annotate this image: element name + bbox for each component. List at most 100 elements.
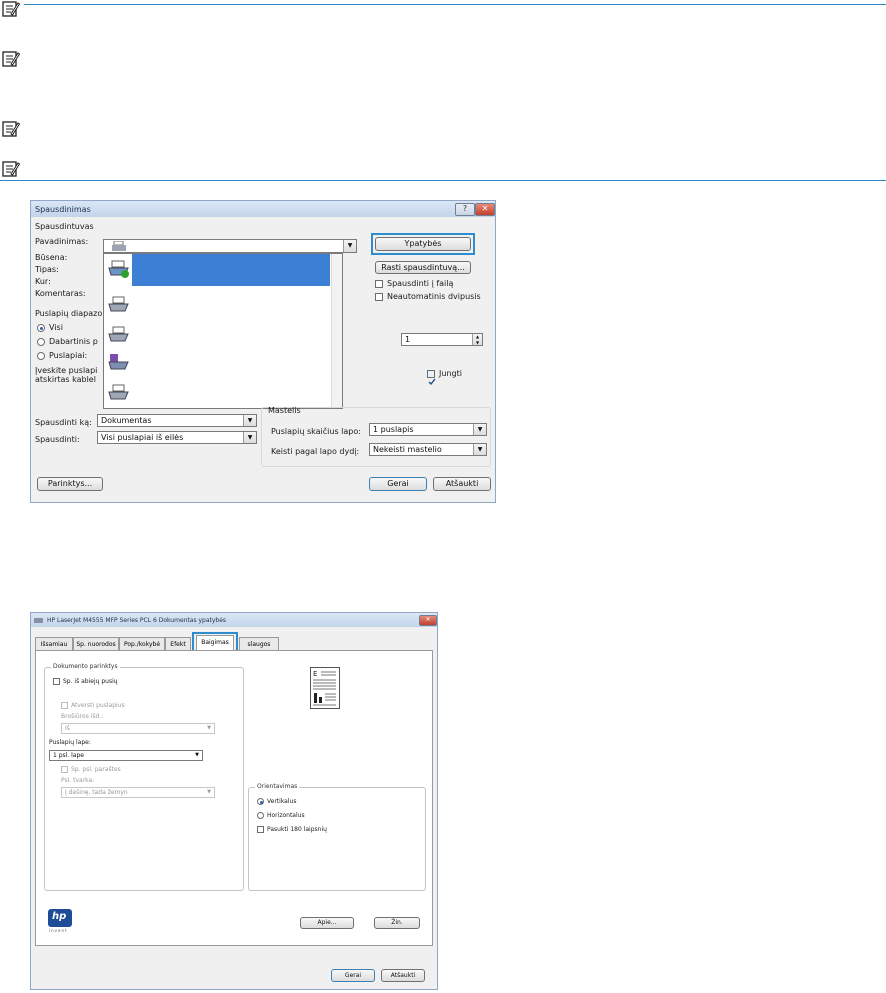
note-rule — [24, 4, 886, 5]
rotate-checkbox[interactable] — [257, 826, 264, 833]
printer-where-label: Kur: — [35, 277, 51, 286]
flip-pages-checkbox[interactable] — [61, 702, 68, 709]
booklet-label: Brošiūros išd.: — [61, 713, 104, 720]
printer-icon[interactable] — [108, 384, 130, 402]
chevron-down-icon: ▼ — [195, 752, 199, 758]
printer-icon[interactable] — [108, 296, 130, 314]
printer-group-label: Spausdintuvas — [35, 222, 94, 231]
page-order-select[interactable]: Į dešinę, tada žemyn ▼ — [61, 787, 215, 798]
chevron-down-icon[interactable]: ▼ — [243, 415, 256, 426]
note-icon — [2, 51, 20, 67]
booklet-value: Iš — [65, 725, 70, 732]
booklet-select[interactable]: Iš ▼ — [61, 723, 215, 734]
note-icon — [2, 1, 20, 17]
pages-per-sheet-value: 1 puslapis — [373, 425, 414, 434]
print-dialog-titlebar: Spausdinimas ? ✕ — [31, 201, 495, 217]
printer-name-select[interactable]: ▼ — [103, 239, 357, 253]
print-both-sides-checkbox[interactable] — [53, 678, 60, 685]
pages-per-sheet-select[interactable]: 1 psl. lape ▼ — [49, 750, 203, 761]
chevron-down-icon: ▼ — [207, 789, 211, 795]
ok-button[interactable]: Gerai — [369, 477, 427, 491]
hp-logo-text: hp — [52, 911, 67, 922]
checkmark-icon — [428, 378, 436, 386]
print-both-sides-label: Sp. iš abiejų pusių — [63, 678, 118, 685]
range-current-radio[interactable] — [37, 338, 45, 346]
chevron-down-icon[interactable]: ▼ — [473, 424, 486, 435]
print-what-label: Spausdinti ką: — [35, 418, 92, 427]
printer-status-label: Būsena: — [35, 253, 68, 262]
landscape-radio[interactable] — [257, 812, 264, 819]
scale-select[interactable]: Nekeisti mastelio ▼ — [369, 443, 487, 456]
fax-printer-icon[interactable] — [108, 354, 130, 372]
printer-type-label: Tipas: — [35, 265, 59, 274]
properties-dialog: HP LaserJet M4555 MFP Series PCL 6 Dokum… — [30, 612, 438, 990]
rotate-label: Pasukti 180 laipsnių — [267, 826, 327, 833]
pages-per-sheet-select[interactable]: 1 puslapis ▼ — [369, 423, 487, 436]
hp-logo-tagline: invent — [49, 928, 68, 933]
print-dialog: Spausdinimas ? ✕ Spausdintuvas Pavadinim… — [30, 200, 496, 503]
chevron-down-icon[interactable]: ▼ — [473, 444, 486, 455]
printer-comment-label: Komentaras: — [35, 289, 86, 298]
pages-per-sheet-label: Puslapių skaičius lapo: — [271, 427, 361, 436]
spinner-arrows-icon[interactable]: ▲ ▼ — [472, 334, 482, 345]
about-button[interactable]: Apie... — [300, 917, 354, 929]
print-borders-checkbox[interactable] — [61, 766, 68, 773]
scale-label: Keisti pagal lapo dydį: — [271, 447, 360, 456]
properties-button[interactable]: Ypatybės — [375, 237, 471, 251]
pages-per-sheet-label: Puslapių lape: — [49, 739, 91, 746]
orientation-label: Orientavimas — [255, 783, 300, 790]
svg-text:E: E — [313, 670, 317, 678]
cancel-button[interactable]: Atšaukti — [433, 477, 491, 491]
collate-checkbox[interactable] — [427, 370, 436, 386]
portrait-radio[interactable] — [257, 798, 264, 805]
manual-duplex-checkbox[interactable] — [375, 293, 383, 301]
range-pages-radio[interactable] — [37, 352, 45, 360]
chevron-down-icon[interactable]: ▼ — [243, 432, 256, 443]
range-all-label: Visi — [49, 323, 63, 332]
ok-button[interactable]: Gerai — [331, 969, 375, 982]
page-preview-icon: E — [310, 667, 340, 709]
tab-effects[interactable]: Efekt — [165, 637, 191, 650]
printer-icon[interactable] — [108, 326, 130, 344]
dropdown-scrollbar[interactable] — [331, 254, 342, 408]
pages-per-sheet-value: 1 psl. lape — [53, 752, 84, 759]
help-button[interactable]: ? — [455, 203, 475, 216]
range-hint-line2: atskirtas kablel — [35, 375, 96, 384]
tab-services[interactable]: slaugos — [239, 637, 279, 650]
print-to-file-checkbox[interactable] — [375, 280, 383, 288]
page-order-value: Į dešinę, tada žemyn — [65, 789, 128, 796]
print-borders-label: Sp. psl. paraštes — [71, 766, 121, 773]
chevron-down-icon: ▼ — [207, 725, 211, 731]
tab-shortcuts[interactable]: Sp. nuorodos — [73, 637, 119, 650]
selected-printer-row[interactable] — [132, 254, 330, 286]
print-what-value: Dokumentas — [101, 416, 152, 425]
range-current-label: Dabartinis p — [49, 337, 98, 346]
printer-dropdown-list[interactable] — [103, 253, 343, 409]
printer-name-label: Pavadinimas: — [35, 237, 89, 246]
options-button[interactable]: Parinktys... — [37, 477, 103, 491]
print-label: Spausdinti: — [35, 435, 80, 444]
finishing-panel: Dokumento parinktys Sp. iš abiejų pusių … — [35, 650, 433, 946]
document-options-label: Dokumento parinktys — [51, 663, 120, 670]
properties-dialog-title: HP LaserJet M4555 MFP Series PCL 6 Dokum… — [47, 617, 227, 624]
help-button[interactable]: Žin. — [374, 917, 420, 929]
find-printer-button[interactable]: Rasti spausdintuvą... — [375, 261, 471, 274]
close-button[interactable]: ✕ — [419, 615, 437, 626]
printer-icon — [34, 618, 43, 623]
close-button[interactable]: ✕ — [475, 203, 495, 216]
page-range-label: Puslapių diapazo — [35, 309, 103, 318]
manual-duplex-label: Neautomatinis dvipusis — [387, 292, 481, 301]
printer-ready-icon[interactable] — [108, 260, 130, 278]
orientation-group: Orientavimas Vertikalus Horizontalus Pas… — [248, 783, 426, 891]
copies-spinner[interactable]: 1 ▲ ▼ — [401, 333, 483, 346]
print-select[interactable]: Visi puslapiai iš eilės ▼ — [97, 431, 257, 444]
range-all-radio[interactable] — [37, 324, 45, 332]
chevron-down-icon[interactable]: ▼ — [343, 240, 356, 252]
print-what-select[interactable]: Dokumentas ▼ — [97, 414, 257, 427]
page-order-label: Psl. tvarka: — [61, 777, 95, 784]
tab-finishing[interactable]: Baigimas — [196, 635, 234, 650]
cancel-button[interactable]: Atšaukti — [381, 969, 425, 982]
tab-paper-quality[interactable]: Pop./kokybė — [119, 637, 165, 650]
tab-advanced[interactable]: Išsamiau — [35, 637, 73, 650]
document-options-group: Dokumento parinktys Sp. iš abiejų pusių … — [44, 663, 244, 891]
